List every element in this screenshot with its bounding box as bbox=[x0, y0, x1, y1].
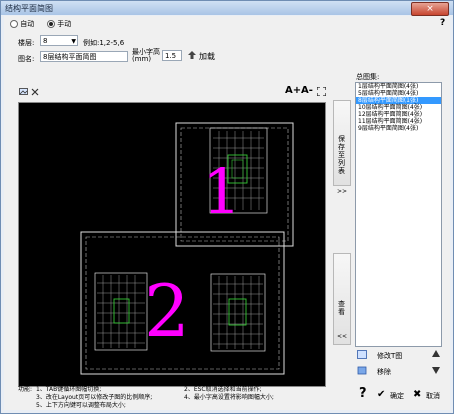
view-arrows: << bbox=[337, 333, 348, 340]
list-item[interactable]: 9层结构平面简图(4张) bbox=[356, 125, 441, 132]
figname-input[interactable]: 8层结构平面简图 bbox=[40, 51, 128, 62]
save-to-list-button[interactable]: 保存至列表 >> bbox=[333, 100, 351, 195]
auto-radio-circle[interactable] bbox=[10, 20, 18, 28]
ok-button[interactable]: ✔ 确定 bbox=[377, 389, 404, 400]
save-to-list-arrows: >> bbox=[337, 188, 348, 195]
figname-value: 8层结构平面简图 bbox=[43, 53, 97, 61]
floor-select[interactable]: 8 ▼ bbox=[40, 35, 78, 46]
dialog-client: ? 自动 手动 楼层: 8 ▼ 例如:1,2-5,6 图名: 8层结构平面简图 … bbox=[4, 16, 450, 410]
image-edit-icon bbox=[357, 350, 367, 359]
modify-button[interactable]: 修改T图 bbox=[357, 350, 402, 361]
load-button[interactable]: 加载 bbox=[187, 50, 215, 62]
list-item[interactable]: 1层结构平面简图(4张) bbox=[356, 83, 441, 90]
list-item[interactable]: 10层结构平面简图(4张) bbox=[356, 104, 441, 111]
sheet-listbox[interactable]: 1层结构平面简图(4张) 5层结构平面简图(4张) 8层结构平面简图(1张) 1… bbox=[355, 82, 442, 347]
load-label: 加载 bbox=[199, 52, 215, 61]
ok-label: 确定 bbox=[390, 392, 404, 400]
drawing-canvas[interactable]: 1 2 bbox=[18, 102, 326, 387]
cancel-button[interactable]: ✖ 取消 bbox=[413, 389, 440, 400]
auto-radio[interactable]: 自动 bbox=[10, 19, 34, 29]
list-item[interactable]: 11层结构平面简图(4张) bbox=[356, 118, 441, 125]
list-item[interactable]: 5层结构平面简图(4张) bbox=[356, 90, 441, 97]
dialog-window: 结构平面简图 × ? 自动 手动 楼层: 8 ▼ 例如:1,2-5,6 图名: … bbox=[0, 0, 454, 414]
remove-button[interactable]: 移除 bbox=[357, 366, 391, 377]
list-item[interactable]: 12层结构平面简图(4张) bbox=[356, 111, 441, 118]
cancel-label: 取消 bbox=[426, 392, 440, 400]
function-info: 功能: 1、TAB键循环图幅切换; 3、改在Layout页可以修改子图的比例顺序… bbox=[18, 386, 338, 410]
function-lines-right: 2、ESC取消选择和当前操作; 4、最小字高设置将影响图幅大小; bbox=[184, 386, 274, 402]
function-lines-left: 1、TAB键循环图幅切换; 3、改在Layout页可以修改子图的比例顺序; 5、… bbox=[36, 386, 152, 410]
fit-icon[interactable] bbox=[317, 87, 326, 96]
minfont-value: 1.5 bbox=[165, 52, 177, 60]
check-icon: ✔ bbox=[377, 389, 386, 400]
zoom-out-button[interactable]: A- bbox=[301, 85, 313, 96]
title-bar: 结构平面简图 × bbox=[1, 1, 453, 16]
window-title: 结构平面简图 bbox=[5, 4, 53, 13]
auto-radio-label: 自动 bbox=[20, 20, 35, 28]
figname-label: 图名: bbox=[18, 55, 35, 63]
close-icon[interactable] bbox=[31, 88, 39, 96]
floor-plan-2b bbox=[210, 273, 266, 352]
panel-title: 总图集: bbox=[356, 73, 380, 81]
minfont-label-line2: (mm) bbox=[132, 55, 152, 63]
function-line: 3、改在Layout页可以修改子图的比例顺序; bbox=[36, 394, 153, 401]
save-to-list-label: 保存至列表 bbox=[338, 135, 345, 175]
view-label: 查看 bbox=[338, 300, 345, 316]
floor-select-value: 8 bbox=[43, 37, 48, 45]
function-line: 1、TAB键循环图幅切换; bbox=[36, 386, 102, 393]
function-heading: 功能: bbox=[18, 386, 33, 393]
remove-icon bbox=[357, 366, 367, 375]
function-line: 2、ESC取消选择和当前操作; bbox=[184, 386, 262, 393]
help-button[interactable]: ? bbox=[440, 18, 445, 28]
list-item[interactable]: 8层结构平面简图(1张) bbox=[356, 97, 441, 104]
floor-example: 例如:1,2-5,6 bbox=[83, 39, 125, 47]
drawing-svg: 1 2 bbox=[80, 122, 294, 375]
manual-radio[interactable]: 手动 bbox=[47, 19, 71, 29]
function-line: 5、上下方向键可以调整布局大小; bbox=[36, 402, 126, 409]
move-down-icon[interactable] bbox=[432, 367, 440, 374]
cancel-x-icon: ✖ bbox=[413, 389, 422, 400]
move-up-icon[interactable] bbox=[432, 350, 440, 357]
picture-icon[interactable] bbox=[19, 88, 28, 95]
close-button[interactable]: × bbox=[411, 2, 449, 16]
chevron-down-icon: ▼ bbox=[71, 38, 76, 45]
manual-radio-label: 手动 bbox=[57, 20, 72, 28]
sheet-label-1: 1 bbox=[202, 155, 241, 228]
minfont-label: 最小字高 (mm) bbox=[132, 49, 160, 63]
remove-label: 移除 bbox=[377, 368, 391, 376]
view-button[interactable]: 查看 << bbox=[333, 253, 351, 345]
floor-label: 楼层: bbox=[18, 39, 35, 47]
zoom-in-button[interactable]: A+ bbox=[285, 85, 301, 96]
load-icon bbox=[188, 51, 196, 59]
function-line: 4、最小字高设置将影响图幅大小; bbox=[184, 394, 274, 401]
help-question-icon[interactable]: ? bbox=[359, 386, 367, 401]
manual-radio-circle[interactable] bbox=[47, 20, 55, 28]
modify-label: 修改T图 bbox=[377, 352, 403, 360]
minfont-input[interactable]: 1.5 bbox=[162, 50, 182, 61]
floor-plan-2a bbox=[94, 272, 148, 351]
sheet-label-2: 2 bbox=[144, 269, 190, 353]
